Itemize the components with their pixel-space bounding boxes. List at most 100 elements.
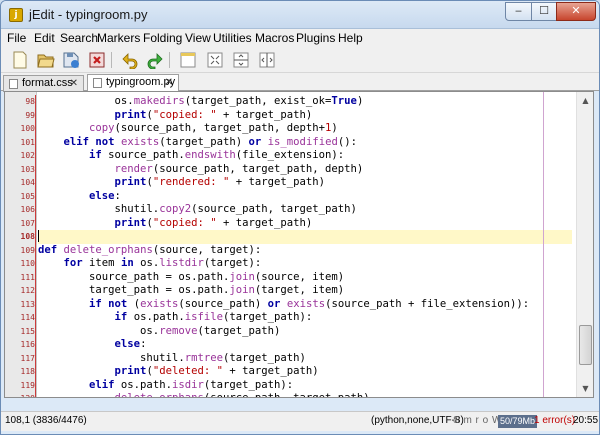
redo-icon[interactable] bbox=[146, 51, 164, 69]
scroll-down-icon[interactable]: ▼ bbox=[577, 380, 593, 397]
line-number[interactable]: 120 bbox=[5, 392, 35, 397]
code-line[interactable]: delete_orphans(source_path, target_path) bbox=[38, 392, 572, 397]
menu-search[interactable]: Search bbox=[60, 31, 98, 45]
menu-help[interactable]: Help bbox=[338, 31, 363, 45]
code-line[interactable]: copy(source_path, target_path, depth+1) bbox=[38, 122, 572, 136]
line-number[interactable]: 116 bbox=[5, 338, 35, 352]
undo-icon[interactable] bbox=[121, 51, 139, 69]
line-number[interactable]: 105 bbox=[5, 190, 35, 204]
status-bar: 108,1 (3836/4476) (python,none,UTF-8) S … bbox=[1, 411, 599, 431]
line-number[interactable]: 113 bbox=[5, 298, 35, 312]
token-text: shutil. bbox=[38, 351, 185, 364]
token-text: (source_path + file_extension)): bbox=[325, 297, 530, 310]
code-line[interactable]: if source_path.endswith(file_extension): bbox=[38, 149, 572, 163]
token-fn: isfile bbox=[184, 311, 223, 323]
scroll-thumb[interactable] bbox=[579, 325, 592, 365]
line-number[interactable]: 111 bbox=[5, 271, 35, 285]
save-file-icon[interactable] bbox=[62, 51, 80, 69]
menu-macros[interactable]: Macros bbox=[255, 31, 294, 45]
token-text: (target_path) bbox=[159, 135, 249, 148]
code-line[interactable]: else: bbox=[38, 190, 572, 204]
minimize-button[interactable]: ‒ bbox=[505, 2, 532, 21]
code-line[interactable]: elif os.path.isdir(target_path): bbox=[38, 379, 572, 393]
line-number[interactable]: 99 bbox=[5, 109, 35, 123]
line-number[interactable]: 117 bbox=[5, 352, 35, 366]
line-number[interactable]: 98 bbox=[5, 95, 35, 109]
code-line[interactable]: target_path = os.path.join(target, item) bbox=[38, 284, 572, 298]
tab-close-icon[interactable]: ✕ bbox=[165, 75, 173, 90]
close-button[interactable]: ✕ bbox=[556, 2, 596, 21]
line-number[interactable]: 112 bbox=[5, 284, 35, 298]
line-number[interactable]: 109 bbox=[5, 244, 35, 258]
close-file-icon[interactable] bbox=[88, 51, 106, 69]
code-line[interactable]: print("copied: " + target_path) bbox=[38, 217, 572, 231]
code-line[interactable]: print("copied: " + target_path) bbox=[38, 109, 572, 123]
menu-edit[interactable]: Edit bbox=[34, 31, 55, 45]
token-fn: copy bbox=[89, 122, 115, 134]
line-number[interactable]: 114 bbox=[5, 311, 35, 325]
code-view[interactable]: os.makedirs(target_path, exist_ok=True) … bbox=[38, 92, 572, 397]
title-bar[interactable]: j jEdit - typingroom.py ‒ ☐ ✕ bbox=[1, 1, 599, 29]
token-text: (target_path) bbox=[197, 324, 281, 337]
code-line[interactable] bbox=[38, 230, 572, 244]
split-horizontal-icon[interactable] bbox=[232, 51, 250, 69]
code-line[interactable]: def delete_orphans(source, target): bbox=[38, 244, 572, 258]
code-line[interactable]: render(source_path, target_path, depth) bbox=[38, 163, 572, 177]
code-line[interactable]: shutil.rmtree(target_path) bbox=[38, 352, 572, 366]
jedit-app-icon[interactable]: j bbox=[9, 8, 23, 22]
line-number[interactable]: 100 bbox=[5, 122, 35, 136]
line-number[interactable]: 103 bbox=[5, 163, 35, 177]
code-line[interactable]: source_path = os.path.join(source, item) bbox=[38, 271, 572, 285]
tab-typingroom-py[interactable]: typingroom.py ✕ bbox=[87, 74, 179, 92]
error-count[interactable]: 1 error(s) bbox=[534, 412, 575, 430]
menu-view[interactable]: View bbox=[185, 31, 211, 45]
vertical-scrollbar[interactable]: ▲ ▼ bbox=[576, 92, 593, 397]
code-line[interactable]: print("rendered: " + target_path) bbox=[38, 176, 572, 190]
memory-status[interactable]: 50/79Mb bbox=[498, 415, 538, 428]
code-line[interactable]: if not (exists(source_path) or exists(so… bbox=[38, 298, 572, 312]
line-number[interactable]: 118 bbox=[5, 365, 35, 379]
tab-close-icon[interactable]: ✕ bbox=[70, 76, 78, 91]
scroll-up-icon[interactable]: ▲ bbox=[577, 92, 593, 109]
line-number[interactable]: 119 bbox=[5, 379, 35, 393]
token-text: os.path. bbox=[127, 311, 185, 323]
fold-indicator[interactable] bbox=[35, 95, 36, 397]
menu-plugins[interactable]: Plugins bbox=[296, 31, 335, 45]
line-number[interactable]: 110 bbox=[5, 257, 35, 271]
line-number[interactable]: 108 bbox=[5, 230, 35, 244]
line-number[interactable]: 107 bbox=[5, 217, 35, 231]
code-line[interactable]: print("deleted: " + target_path) bbox=[38, 365, 572, 379]
menu-folding[interactable]: Folding bbox=[143, 31, 182, 45]
code-line[interactable]: for item in os.listdir(target): bbox=[38, 257, 572, 271]
token-text: + target_path) bbox=[216, 108, 313, 121]
code-line[interactable]: os.makedirs(target_path, exist_ok=True) bbox=[38, 95, 572, 109]
unsplit-icon[interactable] bbox=[206, 51, 224, 69]
line-number[interactable]: 106 bbox=[5, 203, 35, 217]
line-number[interactable]: 102 bbox=[5, 149, 35, 163]
caret-position[interactable]: 108,1 (3836/4476) bbox=[5, 412, 87, 430]
tab-format-css[interactable]: format.css ✕ bbox=[3, 75, 84, 92]
split-vertical-icon[interactable] bbox=[258, 51, 276, 69]
token-kw: elif not bbox=[63, 135, 115, 148]
menu-file[interactable]: File bbox=[7, 31, 26, 45]
new-view-icon[interactable] bbox=[179, 51, 197, 69]
buffer-mode[interactable]: (python,none,UTF-8) bbox=[371, 412, 464, 430]
maximize-button[interactable]: ☐ bbox=[531, 2, 557, 21]
menu-utilities[interactable]: Utilities bbox=[213, 31, 252, 45]
line-number-gutter[interactable]: 98 99 100 101 102 103 104 105 106 107 108 109 110 111… bbox=[5, 92, 37, 397]
code-line[interactable]: os.remove(target_path) bbox=[38, 325, 572, 339]
open-file-icon[interactable] bbox=[37, 51, 55, 69]
token-kw: print bbox=[114, 108, 147, 121]
new-file-icon[interactable] bbox=[11, 51, 29, 69]
code-line[interactable]: if os.path.isfile(target_path): bbox=[38, 311, 572, 325]
code-line[interactable]: shutil.copy2(source_path, target_path) bbox=[38, 203, 572, 217]
line-number[interactable]: 101 bbox=[5, 136, 35, 150]
menu-markers[interactable]: Markers bbox=[97, 31, 140, 45]
code-line[interactable]: elif not exists(target_path) or is_modif… bbox=[38, 136, 572, 150]
code-line[interactable]: else: bbox=[38, 338, 572, 352]
line-number[interactable]: 104 bbox=[5, 176, 35, 190]
line-number[interactable]: 115 bbox=[5, 325, 35, 339]
text-area[interactable]: 98 99 100 101 102 103 104 105 106 107 108 109 110 111… bbox=[4, 91, 594, 398]
